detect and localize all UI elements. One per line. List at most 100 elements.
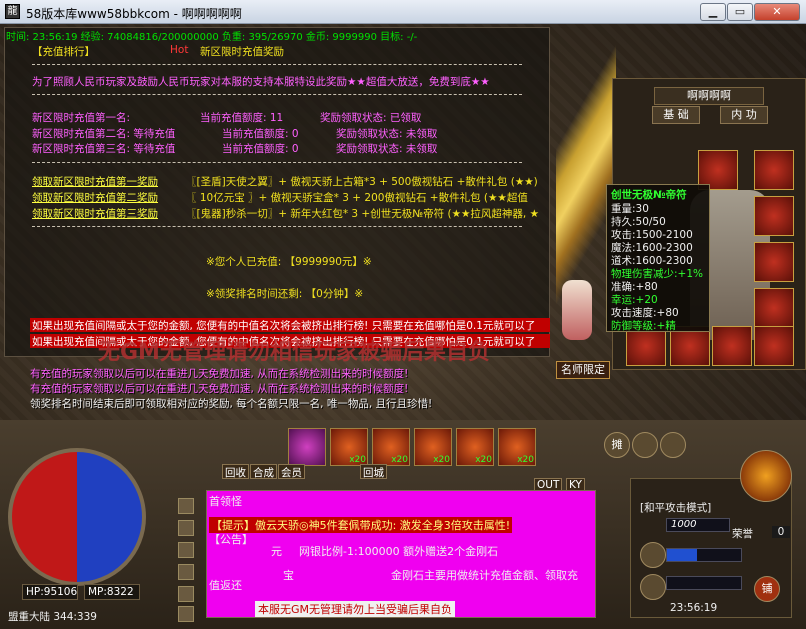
chat-box[interactable]: 首领怪 【提示】傲云天骄◎神5件套佩带成功: 激发全身3倍攻击属性! 【公告】 … [206,490,596,618]
chat-line: 值返还 [209,579,242,592]
tab-inner[interactable]: 内 功 [720,106,768,124]
exp-bar-fill [667,549,697,561]
attack-mode[interactable]: [和平攻击模式] [640,500,711,515]
menu-icon[interactable] [178,498,194,514]
menu-round-button[interactable] [660,432,686,458]
warning-line-1: 如果出现充值间隔或太于您的金额, 您便有的中值名次将会被挤出排行榜! 只需要在充… [30,318,550,332]
potion-count: x20 [433,455,450,465]
equip-slot[interactable] [754,288,794,328]
chat-footer: 本服无GM无管理请勿上当受骗后果自负 [255,601,456,617]
minimize-button[interactable]: ▁ [700,3,726,21]
skill-button[interactable] [640,542,666,568]
clock: 23:56:19 [670,602,718,614]
claim-1-link[interactable]: 领取新区限时充值第一奖励 [32,174,158,189]
game-window: 龍 58版本库www58bbkcom - 啊啊啊啊啊 ▁ ▭ ✕ 时间: 23:… [0,0,806,629]
chat-tab-member[interactable]: 会员 [278,464,305,479]
rank-3-status: 奖励领取状态: 未领取 [336,143,438,155]
chat-line: 元 [271,545,282,558]
exp-bar [666,548,742,562]
claim-3-reward: 〖[鬼器]秒杀一切〗+ 新年大红包* 3 +创世无极№帝符 (★★拉风超神器, … [186,208,539,220]
potion-slot-pink[interactable] [288,428,326,466]
honor-label: 荣誉 [732,528,753,540]
chat-line: 宝 [283,569,294,582]
status-line: 时间: 23:56:19 经验: 74084816/200000000 负重: … [6,32,418,43]
close-button[interactable]: ✕ [754,3,800,21]
rank-2-name: 新区限时充值第二名: 等待充值 [32,128,176,140]
rank-2-amount: 当前充值额度: 0 [222,128,299,140]
chat-announce: 【公告】 [209,533,253,546]
menu-icon[interactable] [178,520,194,536]
weight-bar [666,576,742,590]
level-gauge: 1000 [666,518,730,532]
rank-1-status: 奖励领取状态: 已领取 [320,112,422,124]
rank-3-name: 新区限时充值第三名: 等待充值 [32,143,176,155]
claim-1-reward: 〖[圣盾]天使之翼〗+ 傲视天骄上古箱*3 + 500傲视钻石 +散件礼包 (★… [186,176,538,188]
notice-line-2: 有充值的玩家领取以后可以在重进几天免费加速, 从而在系统检测出来的时候额度! [30,383,409,395]
personal-recharge: ※您个人已充值: 【9999990元】※ [206,256,372,268]
panel-intro: 为了照顾人民币玩家及鼓励人民币玩家对本服的支持本服特设此奖励★★超值大放送，免费… [32,76,490,88]
divider [32,94,522,95]
npc-button[interactable]: 名师限定 [556,361,610,379]
panel-header-left: 【充值排行】 [32,46,95,58]
app-icon: 龍 [5,4,20,19]
map-location: 盟重大陆 344:339 [8,611,97,623]
potion-count: x20 [391,455,408,465]
chat-line: 网银比例-1:100000 额外赠送2个金刚石 [299,545,499,558]
equip-slot[interactable] [754,196,794,236]
menu-icon[interactable] [178,564,194,580]
panel-title: 新区限时充值奖励 [200,46,284,58]
rank-2-status: 奖励领取状态: 未领取 [336,128,438,140]
equip-slot[interactable] [754,150,794,190]
window-titlebar: 龍 58版本库www58bbkcom - 啊啊啊啊啊 ▁ ▭ ✕ [0,0,806,24]
npc-figure[interactable] [562,280,592,340]
potion-slot[interactable]: x20 [456,428,494,466]
trade-button[interactable]: 摊 [604,432,630,458]
chat-line: 金刚石主要用做统计充值金额、领取充 [391,569,578,582]
potion-slot[interactable]: x20 [330,428,368,466]
claim-3-link[interactable]: 领取新区限时充值第三奖励 [32,206,158,221]
chat-tab-recycle[interactable]: 回收 [222,464,249,479]
hp-readout: HP:95106 [22,584,78,600]
menu-icon[interactable] [178,542,194,558]
hot-badge: Hot [170,44,189,56]
rank-1-amount: 当前充值额度: 11 [200,112,284,124]
menu-round-button[interactable] [632,432,658,458]
equip-slot[interactable] [712,326,752,366]
divider [32,162,522,163]
equip-slot[interactable] [754,242,794,282]
potion-count: x20 [475,455,492,465]
honor-value: 0 [772,526,790,538]
rank-1-name: 新区限时充值第一名: [32,112,131,124]
window-title: 58版本库www58bbkcom - 啊啊啊啊啊 [26,7,242,21]
menu-icon[interactable] [178,606,194,622]
maximize-button[interactable]: ▭ [727,3,753,21]
potion-slot[interactable]: x20 [498,428,536,466]
potion-slot[interactable]: x20 [414,428,452,466]
hp-mp-orb [8,448,146,586]
mp-readout: MP:8322 [84,584,140,600]
equip-slot[interactable] [670,326,710,366]
tooltip-title: 创世无极№帝符 [611,189,687,201]
divider [32,64,522,65]
equip-slot[interactable] [754,326,794,366]
claim-2-reward: 〖 10亿元宝 〗+ 傲视天骄宝盒* 3 + 200傲视钻石 +散件礼包 (★★… [186,192,528,204]
claim-2-link[interactable]: 领取新区限时充值第二奖励 [32,190,158,205]
skill-button[interactable] [640,574,666,600]
chat-tab-synth[interactable]: 合成 [250,464,277,479]
day-night-indicator [740,450,792,502]
tooltip-line: 防御等级:+精 [611,320,676,332]
chat-line: 首领怪 [209,495,242,508]
character-name: 啊啊啊啊 [654,87,764,105]
tab-basic[interactable]: 基 础 [652,106,700,124]
time-remaining: ※领奖排名时间还剩: 【0分钟】※ [206,288,364,300]
menu-icon[interactable] [178,586,194,602]
shop-button[interactable]: 铺 [754,576,780,602]
anti-scam-watermark: 无GM无管理请勿相信玩家被骗后果自负 [98,340,490,365]
potion-count: x20 [517,455,534,465]
item-tooltip: 创世无极№帝符 重量:30 持久:50/50 攻击:1500-2100 魔法:1… [606,184,710,332]
divider [32,226,522,227]
potion-slot[interactable]: x20 [372,428,410,466]
notice-line-3: 领奖排名时间结束后即可领取相对应的奖励, 每个名额只限一名, 唯一物品, 且行且… [30,398,433,410]
chat-system-tip: 【提示】傲云天骄◎神5件套佩带成功: 激发全身3倍攻击属性! [209,517,513,533]
chat-tab-return[interactable]: 回城 [360,464,387,479]
